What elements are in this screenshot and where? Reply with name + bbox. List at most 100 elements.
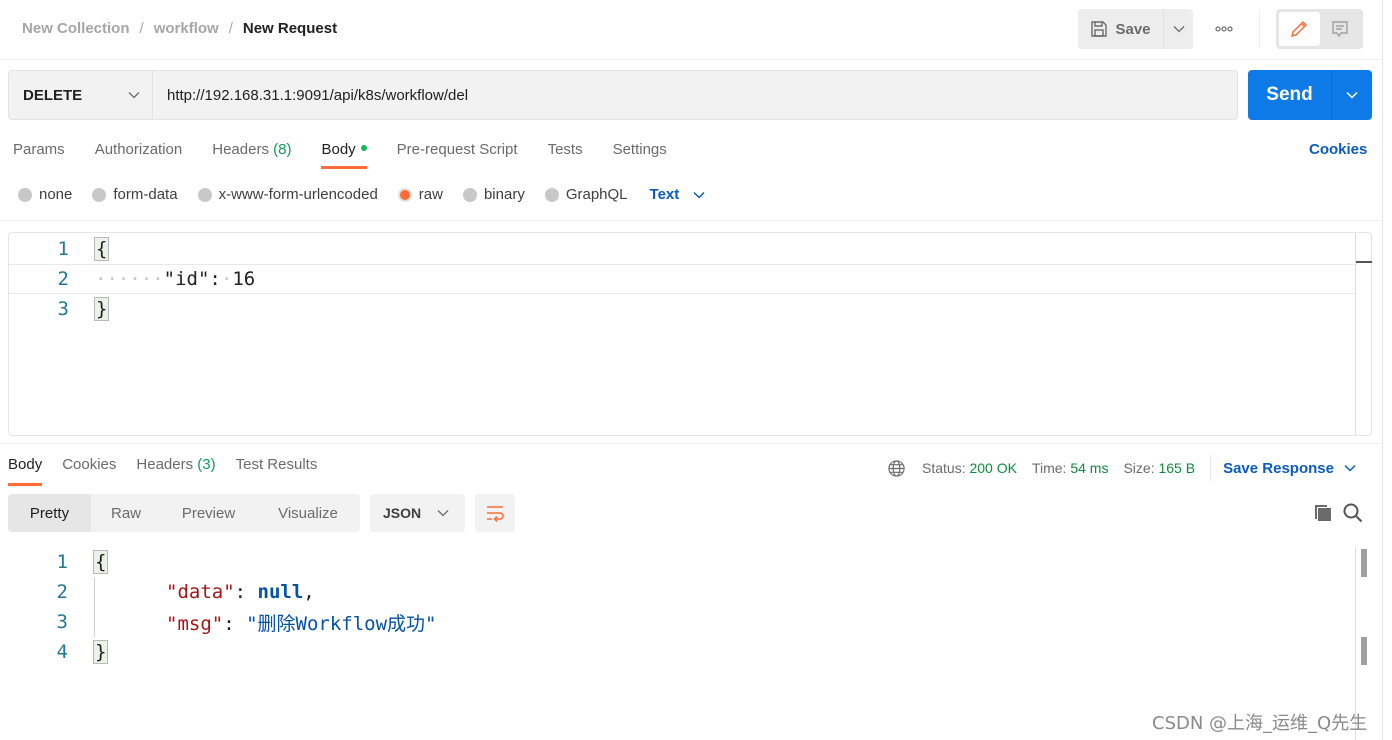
json-value-string: "删除Workflow成功" (246, 612, 437, 635)
copy-icon (1315, 505, 1331, 521)
line-number: 1 (57, 238, 69, 260)
divider (0, 443, 1382, 444)
edit-mode-button[interactable] (1279, 12, 1320, 46)
matched-brace: } (93, 297, 110, 321)
tab-label: Test Results (235, 456, 318, 473)
breadcrumb-folder[interactable]: workflow (154, 20, 219, 37)
method-label: DELETE (23, 86, 83, 104)
tab-params[interactable]: Params (13, 141, 65, 168)
raw-format-label: Text (649, 186, 680, 203)
json-key: "id" (163, 268, 210, 290)
response-tabs: Body Cookies Headers (3) Test Results (8, 456, 337, 486)
url-input[interactable] (153, 71, 1237, 119)
json-comma: , (303, 581, 315, 603)
send-options-dropdown[interactable] (1332, 70, 1372, 120)
pencil-icon (1291, 20, 1308, 38)
time-info[interactable]: Time: 54 ms (1032, 460, 1109, 476)
view-raw[interactable]: Raw (91, 494, 161, 532)
tab-label: Headers (212, 141, 269, 158)
tab-label: Settings (612, 141, 667, 158)
radio-label: none (39, 186, 73, 203)
matched-brace: } (92, 640, 109, 664)
response-format-dropdown[interactable]: JSON (370, 494, 465, 532)
radio-circle-checked (397, 187, 412, 202)
line-number: 2 (56, 581, 68, 603)
cookies-link[interactable]: Cookies (1309, 141, 1367, 158)
breadcrumb-collection[interactable]: New Collection (22, 20, 130, 37)
view-visualize[interactable]: Visualize (256, 494, 360, 532)
scrollbar-marker (1361, 637, 1367, 665)
chevron-down-icon (1344, 464, 1356, 472)
radio-label: raw (418, 186, 443, 203)
response-tab-cookies[interactable]: Cookies (62, 456, 116, 485)
body-type-form-data[interactable]: form-data (92, 186, 178, 203)
json-key: "data" (166, 581, 235, 603)
wrap-lines-button[interactable] (475, 494, 515, 532)
request-body-editor[interactable]: 1 { 2 ······"id":·16 3 } (8, 232, 1372, 436)
save-options-dropdown[interactable] (1163, 9, 1193, 49)
search-response-button[interactable] (1342, 502, 1364, 524)
status-value: 200 OK (969, 460, 1017, 476)
tab-body[interactable]: Body (321, 141, 367, 169)
response-meta: Status: 200 OK Time: 54 ms Size: 165 B S… (887, 455, 1356, 481)
panel-border (1382, 0, 1383, 740)
divider (1210, 455, 1212, 481)
body-type-binary[interactable]: binary (462, 186, 525, 203)
tab-headers[interactable]: Headers (8) (212, 141, 291, 168)
response-view-modes: Pretty Raw Preview Visualize (8, 494, 360, 532)
copy-response-button[interactable] (1312, 502, 1334, 524)
size-info[interactable]: Size: 165 B (1123, 460, 1195, 476)
body-indicator-dot (360, 145, 367, 152)
save-response-dropdown[interactable]: Save Response (1223, 460, 1356, 477)
headers-count: (8) (273, 141, 292, 158)
body-type-graphql[interactable]: GraphQL (544, 186, 628, 203)
chevron-down-icon (128, 92, 140, 99)
editor-scrollbar[interactable] (1355, 233, 1372, 435)
radio-label: form-data (113, 186, 178, 203)
view-preview[interactable]: Preview (161, 494, 256, 532)
status-info[interactable]: Status: 200 OK (922, 460, 1017, 476)
save-button[interactable]: Save (1078, 9, 1163, 49)
scrollbar-thumb[interactable] (1361, 549, 1367, 577)
save-label: Save (1115, 20, 1151, 38)
cursor-position-marker (1356, 261, 1372, 263)
globe-icon[interactable] (887, 459, 906, 478)
tab-tests[interactable]: Tests (548, 141, 583, 168)
json-colon: : (209, 268, 221, 290)
tab-pre-request-script[interactable]: Pre-request Script (397, 141, 518, 168)
time-value: 54 ms (1070, 460, 1109, 476)
raw-format-dropdown[interactable]: Text (650, 186, 706, 203)
radio-circle (92, 187, 107, 202)
tab-authorization[interactable]: Authorization (95, 141, 183, 168)
body-type-none[interactable]: none (18, 186, 72, 203)
json-value-null: null (257, 581, 304, 603)
response-tab-body[interactable]: Body (8, 456, 43, 486)
method-select[interactable]: DELETE (9, 71, 153, 119)
tab-settings[interactable]: Settings (613, 141, 667, 168)
response-tab-headers[interactable]: Headers (3) (136, 456, 215, 485)
view-pretty[interactable]: Pretty (8, 494, 91, 532)
breadcrumb-current-request[interactable]: New Request (243, 20, 337, 37)
response-format-label: JSON (383, 505, 422, 521)
send-button-group: Send (1248, 70, 1372, 120)
response-tab-test-results[interactable]: Test Results (236, 456, 318, 485)
response-line: 3 "msg": "删除Workflow成功" (8, 607, 437, 637)
tab-label: Body (8, 456, 43, 473)
line-number: 2 (57, 268, 69, 290)
ellipsis-icon (1215, 26, 1233, 32)
chevron-down-icon (1173, 26, 1184, 33)
body-type-urlencoded[interactable]: x-www-form-urlencoded (197, 186, 378, 203)
more-actions-button[interactable] (1208, 14, 1240, 44)
body-type-raw[interactable]: raw (397, 186, 443, 203)
tab-label: Tests (547, 141, 583, 158)
send-button[interactable]: Send (1248, 70, 1332, 120)
editor-line: 1 { (9, 234, 1355, 264)
size-label: Size: (1123, 460, 1155, 476)
comments-mode-button[interactable] (1320, 12, 1361, 46)
editor-line-current: 2 ······"id":·16 (9, 264, 1355, 294)
matched-brace: { (92, 550, 109, 574)
line-number: 4 (56, 641, 68, 663)
whitespace-marker: ······ (95, 268, 164, 290)
response-line: 1 { (8, 547, 109, 577)
response-line: 4 } (8, 637, 109, 667)
